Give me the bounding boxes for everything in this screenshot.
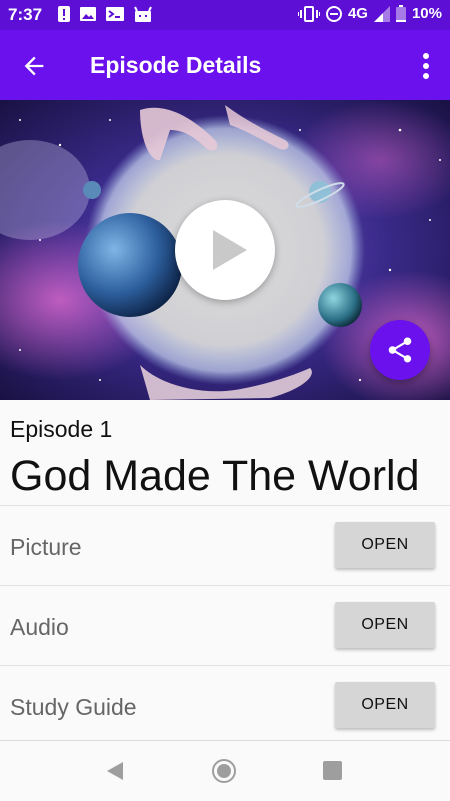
- do-not-disturb-icon: [325, 5, 342, 22]
- android-icon: [134, 6, 152, 22]
- resource-label: Audio: [10, 614, 69, 640]
- resource-row-audio: Audio OPEN: [0, 585, 450, 666]
- system-nav-bar: [0, 740, 450, 801]
- signal-icon: [373, 5, 390, 22]
- open-picture-button[interactable]: OPEN: [335, 522, 435, 568]
- page-title: Episode Details: [90, 52, 262, 78]
- open-audio-button[interactable]: OPEN: [335, 602, 435, 648]
- episode-artwork: [0, 100, 450, 400]
- open-study-guide-button[interactable]: OPEN: [335, 682, 435, 728]
- episode-number: Episode 1: [10, 416, 113, 442]
- nav-back-icon[interactable]: [105, 761, 125, 781]
- image-icon: [80, 7, 96, 21]
- status-bar: 7:37 4G 10%: [0, 0, 450, 30]
- episode-title: God Made The World: [10, 452, 420, 500]
- share-icon: [388, 337, 412, 363]
- alert-icon: [58, 6, 70, 22]
- vibrate-icon: [297, 5, 320, 22]
- terminal-icon: [106, 7, 124, 21]
- network-type: 4G: [347, 5, 368, 22]
- resource-row-picture: Picture OPEN: [0, 505, 450, 586]
- resource-label: Picture: [10, 534, 82, 560]
- battery-icon: [395, 5, 406, 22]
- app-bar: Episode Details: [0, 30, 450, 100]
- share-button[interactable]: [370, 320, 430, 380]
- notification-icons: [58, 6, 152, 22]
- arrow-back-icon[interactable]: [20, 52, 48, 80]
- battery-percent: 10%: [411, 5, 442, 22]
- nav-home-icon[interactable]: [211, 758, 237, 784]
- system-icons: 4G 10%: [297, 5, 442, 22]
- play-button[interactable]: [175, 200, 275, 300]
- nav-recents-icon[interactable]: [323, 761, 342, 780]
- more-vert-icon[interactable]: [422, 52, 430, 80]
- resource-label: Study Guide: [10, 694, 137, 720]
- status-time: 7:37: [8, 5, 43, 24]
- resource-row-study-guide: Study Guide OPEN: [0, 665, 450, 746]
- play-icon: [213, 230, 247, 270]
